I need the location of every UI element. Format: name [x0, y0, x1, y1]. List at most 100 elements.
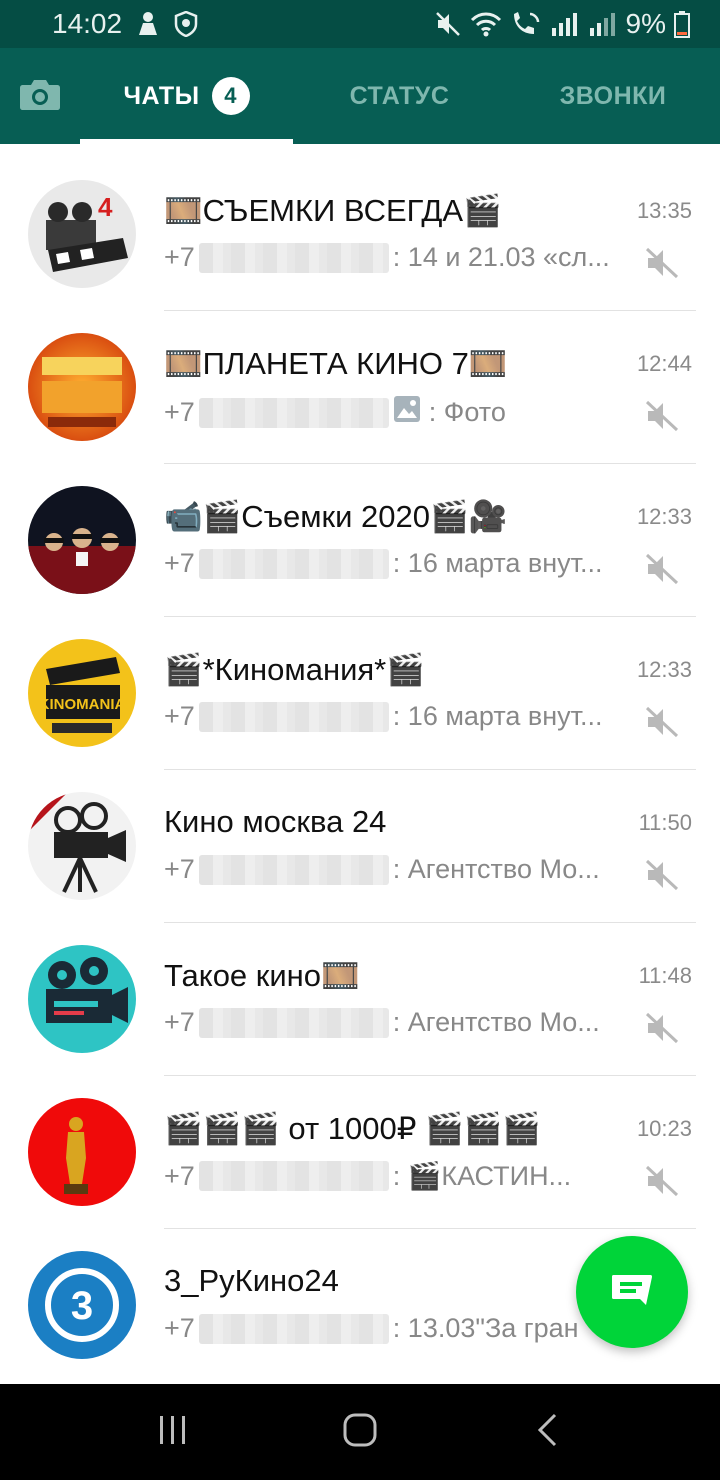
chat-preview: +7 : 13.03"За гран	[164, 1313, 628, 1344]
last-message: : Агентство Мо...	[392, 1007, 600, 1037]
chat-name: 🎞️СЪЕМКИ ВСЕГДА🎬	[164, 193, 502, 228]
new-chat-button[interactable]	[576, 1236, 688, 1348]
system-nav-bar	[0, 1384, 720, 1480]
camera-tab[interactable]	[0, 48, 80, 144]
sender-prefix: +7	[164, 1007, 195, 1037]
signal-icon-2	[588, 10, 618, 38]
avatar: KINOMANIA	[28, 639, 136, 747]
muted-icon	[644, 705, 680, 744]
blurred-phone-number	[198, 1161, 389, 1191]
back-button[interactable]	[507, 1392, 587, 1472]
home-icon	[342, 1412, 378, 1453]
recent-apps-button[interactable]	[133, 1392, 213, 1472]
muted-icon	[644, 552, 680, 591]
blurred-phone-number	[198, 1313, 389, 1344]
avatar	[28, 945, 136, 1053]
tab-calls[interactable]: ЗВОНКИ	[506, 48, 720, 144]
new-chat-icon	[610, 1273, 654, 1312]
chat-time: 11:48	[638, 963, 692, 988]
avatar	[28, 792, 136, 900]
svg-text:4: 4	[98, 192, 113, 222]
chat-name: 📹🎬Съемки 2020🎬🎥	[164, 499, 508, 534]
chat-name: 🎞️ПЛАНЕТА КИНО 7🎞️	[164, 346, 508, 381]
chat-preview: +7 : 16 марта внут...	[164, 548, 628, 579]
unread-badge: 4	[211, 77, 250, 115]
sender-prefix: +7	[164, 548, 195, 578]
chat-name: 🎬🎬🎬 от 1000₽ 🎬🎬🎬	[164, 1111, 541, 1146]
chat-row[interactable]: 🎞️ПЛАНЕТА КИНО 7🎞️ 12:44 +7 : Фото	[0, 311, 720, 464]
sender-prefix: +7	[164, 701, 195, 731]
last-message: : 🎬КАСТИН...	[392, 1161, 572, 1191]
tab-chats[interactable]: ЧАТЫ 4	[80, 48, 293, 144]
wifi-icon	[470, 10, 502, 38]
muted-icon	[644, 399, 680, 438]
avatar: 3	[28, 1251, 136, 1359]
chat-preview: +7 : Агентство Мо...	[164, 854, 628, 885]
chat-time: 12:44	[636, 351, 692, 376]
blurred-phone-number	[198, 1007, 389, 1038]
chat-preview: +7 : Агентство Мо...	[164, 1007, 628, 1038]
blurred-phone-number	[198, 548, 389, 579]
tab-status-label: СТАТУС	[349, 81, 450, 110]
home-button[interactable]	[320, 1392, 400, 1472]
chat-name: Кино москва 24	[164, 804, 387, 839]
blurred-phone-number	[198, 701, 389, 732]
shield-icon	[174, 11, 198, 37]
sender-prefix: +7	[164, 854, 195, 884]
chat-preview: +7 : 16 марта внут...	[164, 701, 628, 732]
chat-name: Такое кино🎞️	[164, 958, 360, 993]
chat-row[interactable]: 📹🎬Съемки 2020🎬🎥 12:33 +7 : 16 марта внут…	[0, 464, 720, 617]
chat-time: 12:33	[636, 657, 692, 682]
avatar	[28, 486, 136, 594]
chat-row[interactable]: Такое кино🎞️ 11:48 +7 : Агентство Мо...	[0, 923, 720, 1076]
chat-preview: +7 : 🎬КАСТИН...	[164, 1160, 628, 1192]
chat-name: 3_РуКино24	[164, 1263, 339, 1298]
tab-calls-label: ЗВОНКИ	[559, 81, 667, 110]
muted-icon	[644, 858, 680, 897]
chat-time: 10:23	[636, 1116, 692, 1141]
last-message: : 14 и 21.03 «сл...	[392, 242, 610, 272]
tab-status[interactable]: СТАТУС	[293, 48, 506, 144]
muted-icon	[644, 1164, 680, 1203]
chat-time: 11:50	[638, 810, 692, 835]
chat-preview: +7 : 14 и 21.03 «сл...	[164, 242, 628, 273]
chat-time: 13:35	[636, 198, 692, 223]
chat-list: 4 🎞️СЪЕМКИ ВСЕГДА🎬 13:35 +7 : 14 и 21.03…	[0, 158, 720, 1382]
app-header: ЧАТЫ 4 СТАТУС ЗВОНКИ	[0, 48, 720, 144]
back-icon	[535, 1412, 559, 1453]
sender-prefix: +7	[164, 242, 195, 272]
person-icon	[136, 11, 160, 37]
last-message: : Фото	[428, 397, 506, 427]
battery-text: 9%	[625, 8, 666, 39]
avatar	[28, 1098, 136, 1206]
sender-prefix: +7	[164, 397, 195, 427]
chat-row[interactable]: 4 🎞️СЪЕМКИ ВСЕГДА🎬 13:35 +7 : 14 и 21.03…	[0, 158, 720, 311]
camera-icon	[19, 77, 61, 116]
avatar: 4	[28, 180, 136, 288]
status-bar: 14:02 9%	[0, 0, 720, 48]
svg-text:KINOMANIA: KINOMANIA	[39, 696, 126, 713]
signal-icon	[550, 10, 580, 38]
sender-prefix: +7	[164, 1160, 195, 1191]
chat-row[interactable]: KINOMANIA 🎬*Киномания*🎬 12:33 +7 : 16 ма…	[0, 617, 720, 770]
last-message: : 16 марта внут...	[392, 548, 603, 578]
blurred-phone-number	[198, 397, 389, 428]
chat-name: 🎬*Киномания*🎬	[164, 652, 425, 687]
tab-chats-label: ЧАТЫ	[123, 81, 200, 110]
chat-row[interactable]: 🎬🎬🎬 от 1000₽ 🎬🎬🎬 10:23 +7 : 🎬КАСТИН...	[0, 1076, 720, 1229]
last-message: : 16 марта внут...	[392, 701, 603, 731]
recent-apps-icon	[156, 1413, 190, 1452]
chat-row[interactable]: Кино москва 24 11:50 +7 : Агентство Мо..…	[0, 770, 720, 923]
last-message: : Агентство Мо...	[392, 854, 600, 884]
muted-icon	[644, 246, 680, 285]
blurred-phone-number	[198, 242, 389, 273]
battery-icon	[674, 10, 690, 38]
muted-icon	[644, 1011, 680, 1050]
sender-prefix: +7	[164, 1313, 195, 1343]
mute-icon	[434, 10, 462, 38]
photo-icon	[393, 395, 421, 430]
blurred-phone-number	[198, 854, 389, 885]
last-message: : 13.03"За гран	[392, 1313, 579, 1343]
chat-preview: +7 : Фото	[164, 395, 628, 430]
chat-time: 12:33	[636, 504, 692, 529]
